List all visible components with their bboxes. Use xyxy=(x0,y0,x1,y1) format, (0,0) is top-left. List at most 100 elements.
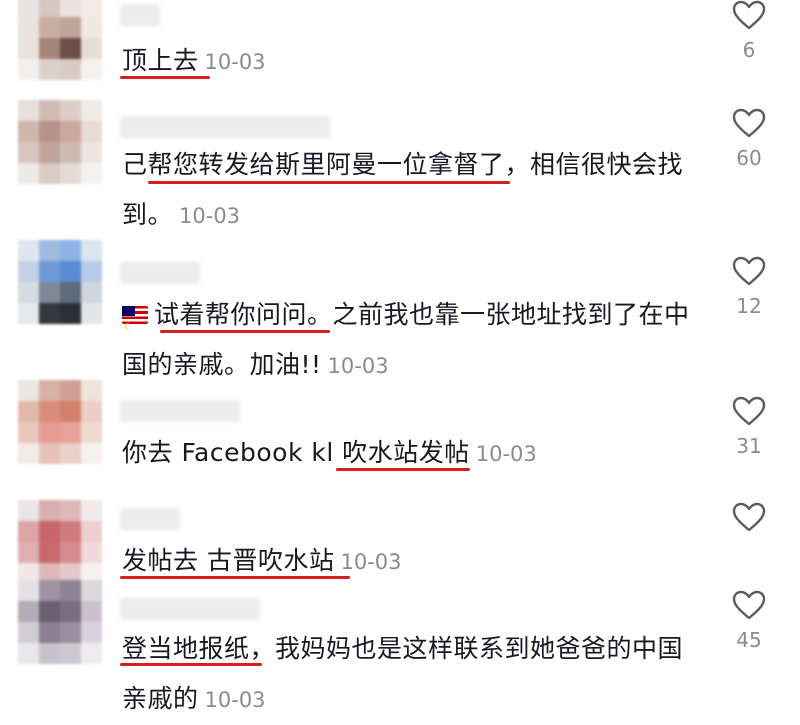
avatar-pixel xyxy=(81,0,102,17)
avatar-pixel xyxy=(39,580,60,601)
avatar-pixel xyxy=(81,643,102,664)
avatar-pixel xyxy=(81,261,102,282)
avatar-pixel xyxy=(18,500,39,521)
avatar-pixel xyxy=(60,500,81,521)
comment-date: 10-03 xyxy=(179,204,241,228)
like-button[interactable]: 45 xyxy=(726,590,772,652)
username-blurred[interactable] xyxy=(120,508,180,530)
like-button[interactable]: 31 xyxy=(726,396,772,458)
comment-date: 10-03 xyxy=(475,442,537,466)
heart-icon xyxy=(732,590,766,620)
avatar-pixel xyxy=(60,282,81,303)
comment-body: 顶上去 xyxy=(122,46,199,75)
avatar-pixel xyxy=(81,121,102,142)
avatar[interactable] xyxy=(18,580,102,664)
red-underline xyxy=(336,468,470,471)
avatar-pixel xyxy=(39,443,60,464)
avatar-pixel xyxy=(18,121,39,142)
like-button[interactable]: 12 xyxy=(726,256,772,318)
avatar-pixel xyxy=(18,0,39,17)
like-button[interactable] xyxy=(726,502,772,540)
avatar[interactable] xyxy=(18,380,102,464)
avatar-pixel xyxy=(60,38,81,59)
avatar-pixel xyxy=(60,121,81,142)
avatar-pixel xyxy=(18,422,39,443)
avatar-pixel xyxy=(60,142,81,163)
avatar-pixel xyxy=(18,38,39,59)
avatar-pixel xyxy=(60,303,81,324)
avatar-pixel xyxy=(18,643,39,664)
avatar-pixel xyxy=(18,163,39,184)
avatar-pixel xyxy=(60,240,81,261)
avatar-pixel xyxy=(60,443,81,464)
avatar-pixel xyxy=(39,643,60,664)
avatar-pixel xyxy=(18,443,39,464)
avatar[interactable] xyxy=(18,0,102,80)
avatar-pixel xyxy=(18,240,39,261)
avatar-pixel xyxy=(39,380,60,401)
comment-body: 试着帮你问问。之前我也靠一张地址找到了在中国的亲戚。加油!! xyxy=(122,300,690,379)
avatar-pixel xyxy=(81,500,102,521)
comment-text: 试着帮你问问。之前我也靠一张地址找到了在中国的亲戚。加油!!10-03 xyxy=(122,290,702,391)
avatar-pixel xyxy=(81,142,102,163)
avatar-pixel xyxy=(39,622,60,643)
avatar-pixel xyxy=(39,282,60,303)
avatar-pixel xyxy=(18,521,39,542)
avatar-pixel xyxy=(81,521,102,542)
avatar-pixel xyxy=(60,601,81,622)
avatar-pixel xyxy=(60,643,81,664)
red-underline xyxy=(160,330,330,333)
avatar-pixel xyxy=(60,422,81,443)
avatar-pixel xyxy=(39,422,60,443)
heart-icon xyxy=(732,0,766,30)
comment-date: 10-03 xyxy=(327,354,389,378)
avatar-pixel xyxy=(81,59,102,80)
avatar-pixel xyxy=(81,240,102,261)
like-count: 45 xyxy=(736,628,762,652)
avatar-pixel xyxy=(81,17,102,38)
avatar-pixel xyxy=(39,121,60,142)
username-blurred[interactable] xyxy=(120,116,330,138)
avatar-pixel xyxy=(39,38,60,59)
malaysia-flag-icon xyxy=(122,303,148,353)
heart-icon xyxy=(732,108,766,138)
avatar-pixel xyxy=(18,100,39,121)
username-blurred[interactable] xyxy=(120,598,260,620)
like-button[interactable]: 60 xyxy=(726,108,772,170)
avatar-pixel xyxy=(18,601,39,622)
like-button[interactable]: 6 xyxy=(726,0,772,62)
red-underline xyxy=(120,663,262,666)
avatar-pixel xyxy=(81,401,102,422)
username-blurred[interactable] xyxy=(120,262,200,284)
avatar-pixel xyxy=(18,580,39,601)
avatar-pixel xyxy=(60,622,81,643)
avatar-pixel xyxy=(18,282,39,303)
avatar-pixel xyxy=(18,401,39,422)
avatar-pixel xyxy=(18,17,39,38)
heart-icon xyxy=(732,396,766,426)
comment-text: 己帮您转发给斯里阿曼一位拿督了，相信很快会找到。 10-03 xyxy=(122,140,702,241)
avatar-pixel xyxy=(81,622,102,643)
avatar-pixel xyxy=(60,261,81,282)
avatar-pixel xyxy=(39,261,60,282)
avatar[interactable] xyxy=(18,240,102,324)
avatar-pixel xyxy=(18,303,39,324)
avatar-pixel xyxy=(39,500,60,521)
avatar-pixel xyxy=(39,542,60,563)
avatar[interactable] xyxy=(18,100,102,184)
avatar-pixel xyxy=(39,17,60,38)
username-blurred[interactable] xyxy=(120,4,160,26)
avatar-pixel xyxy=(60,0,81,17)
avatar-pixel xyxy=(18,261,39,282)
avatar-pixel xyxy=(39,521,60,542)
avatar-pixel xyxy=(81,38,102,59)
avatar-pixel xyxy=(60,100,81,121)
comment-date: 10-03 xyxy=(204,50,266,74)
avatar-pixel xyxy=(81,303,102,324)
avatar-pixel xyxy=(18,59,39,80)
comment-text: 登当地报纸，我妈妈也是这样联系到她爸爸的中国亲戚的 10-03 xyxy=(122,624,702,725)
comment-body: 发帖去 古晋吹水站 xyxy=(122,546,335,575)
avatar[interactable] xyxy=(18,500,102,584)
username-blurred[interactable] xyxy=(120,400,240,422)
avatar-pixel xyxy=(39,240,60,261)
